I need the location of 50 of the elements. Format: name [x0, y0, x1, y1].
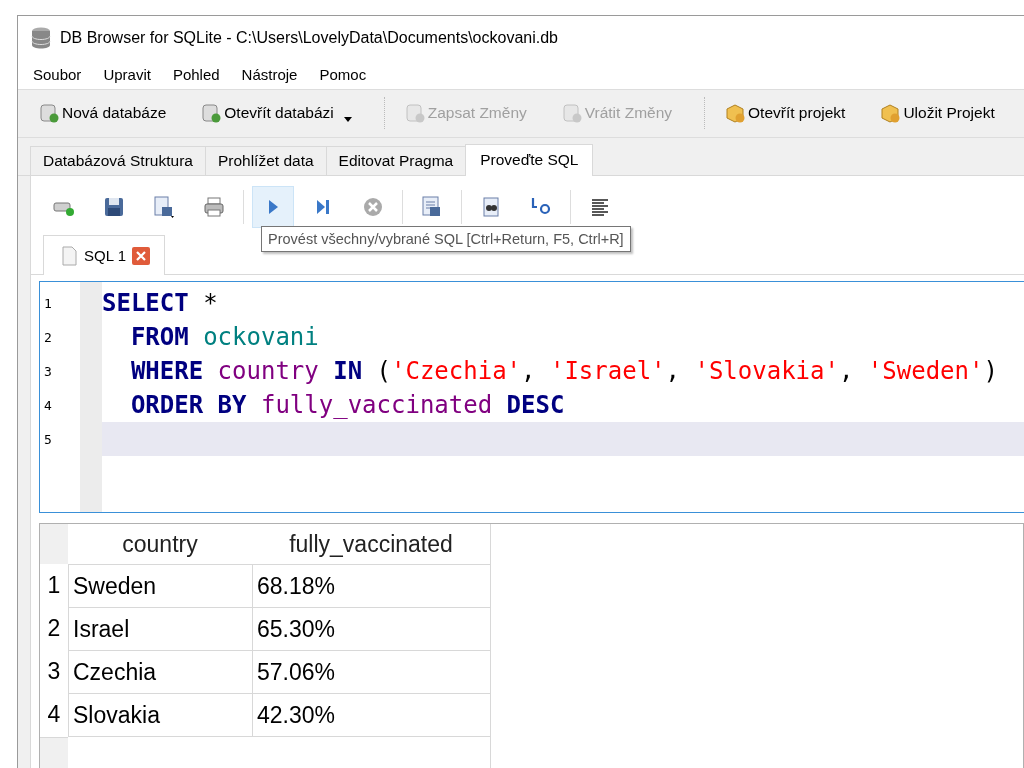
line-number: 4	[43, 396, 53, 415]
database-icon	[200, 102, 223, 125]
column-header[interactable]: country	[68, 524, 252, 564]
code-line: SELECT *	[102, 288, 219, 319]
caret-icon[interactable]	[343, 117, 352, 123]
code-line: WHERE country IN ('Czechia', 'Israel', 'Slovakia', 'Sweden')	[129, 356, 999, 387]
toolbar-button[interactable]: Otevřít databázi	[192, 98, 360, 129]
editor-tab[interactable]: SQL 1	[43, 235, 165, 275]
close-icon	[135, 250, 146, 261]
line-number: 3	[43, 362, 53, 381]
toolbar-button[interactable]: Otevřít projekt	[716, 98, 854, 129]
database-icon	[38, 102, 60, 125]
toolbar-button[interactable]: Uložit Projekt	[871, 98, 1003, 129]
table-cell: 57.06%	[252, 650, 490, 693]
column-header[interactable]: fully_vaccinated	[252, 524, 490, 564]
code-line: FROM ockovani	[129, 322, 320, 353]
table-cell: 42.30%	[252, 693, 490, 737]
database-icon	[30, 25, 52, 50]
window-title: DB Browser for SQLite - C:\Users\LovelyData\Documents\ockovani.db	[60, 28, 558, 47]
menu-item[interactable]: Pohled	[161, 65, 231, 83]
close-button[interactable]	[131, 246, 150, 265]
database-icon	[560, 102, 583, 125]
save-icon	[102, 195, 126, 219]
table-cell: 65.30%	[252, 607, 490, 650]
box-icon	[879, 102, 902, 125]
tooltip: Provést všechny/vybrané SQL [Ctrl+Return, F5, Ctrl+R]	[261, 226, 631, 252]
tab-label: SQL 1	[84, 247, 126, 264]
table-cell: Israel	[68, 607, 252, 650]
stop-icon	[361, 195, 385, 219]
table-cell: Sweden	[68, 564, 252, 607]
menu-item[interactable]: Soubor	[22, 65, 93, 83]
table-cell: Czechia	[68, 650, 252, 693]
box-icon	[724, 102, 747, 125]
database-icon	[403, 102, 426, 125]
line-number: 5	[43, 430, 53, 449]
document-icon	[60, 245, 78, 266]
table-cell: 68.18%	[252, 564, 490, 607]
menu-item[interactable]: Nástroje	[230, 65, 309, 83]
code-line: ORDER BY fully_vaccinated DESC	[129, 390, 566, 421]
save-file-icon	[152, 195, 176, 219]
line-number: 2	[43, 328, 53, 347]
toolbar-button[interactable]: Nová databáze	[30, 98, 175, 129]
tab[interactable]: Databázová Struktura	[30, 146, 206, 175]
tab[interactable]: Proveďte SQL	[465, 144, 594, 176]
print-icon	[202, 195, 226, 219]
line-number: 1	[43, 294, 53, 313]
menu-item[interactable]: Upravit	[92, 65, 162, 83]
table-cell: Slovakia	[68, 693, 252, 737]
sql-editor[interactable]: 1 2 3 4 5 SELECT * FROM ockovani WHERE country IN ('Czechia', 'Israel', 'Slovakia', 'Sweden') ORDER BY fully_vaccinated DESC	[39, 281, 1024, 513]
menu-item[interactable]: Pomoc	[308, 65, 378, 83]
